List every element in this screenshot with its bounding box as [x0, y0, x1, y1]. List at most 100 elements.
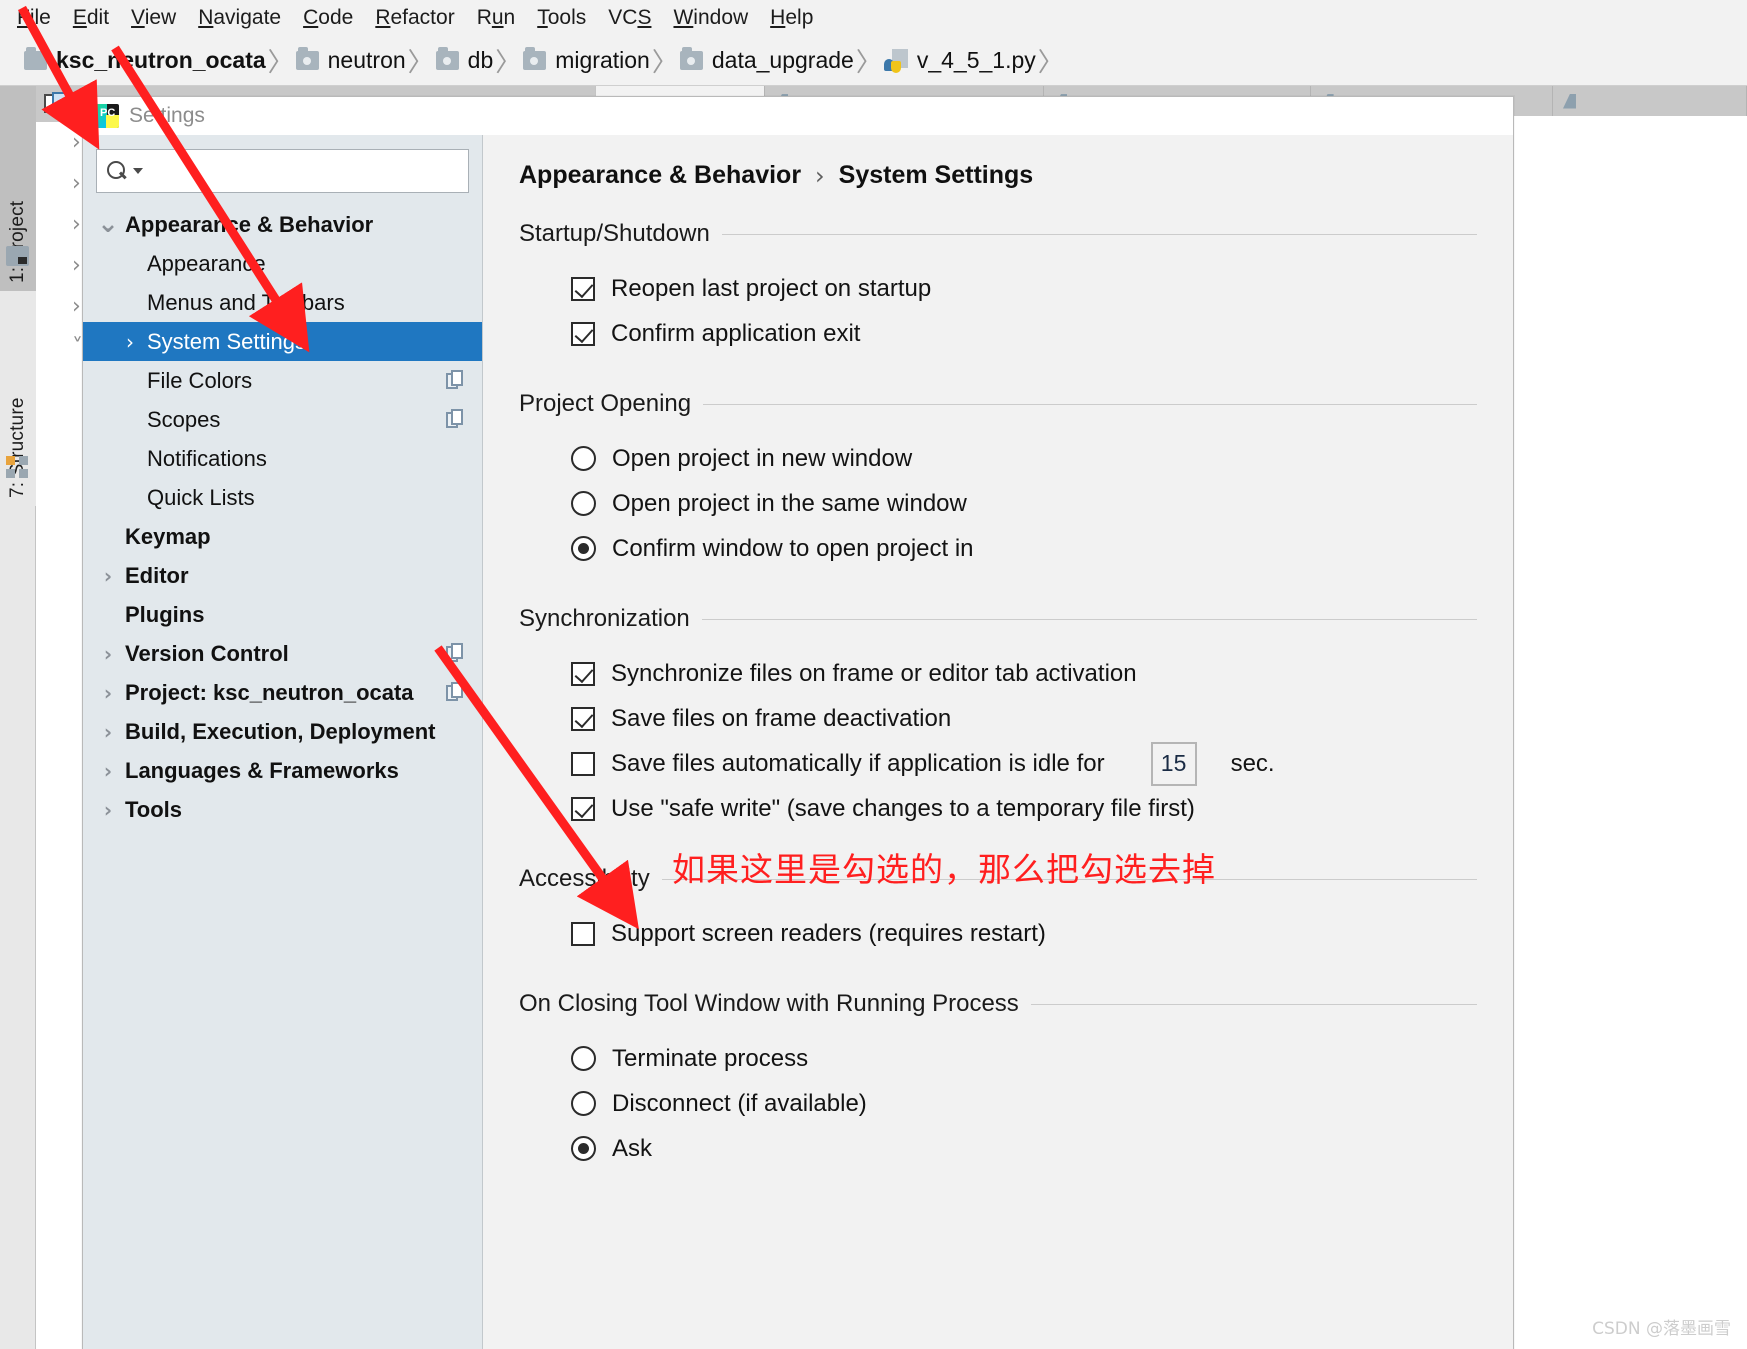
radio-unselected-icon[interactable]	[571, 491, 596, 516]
settings-tree-item-appearance[interactable]: ›Appearance	[83, 244, 482, 283]
settings-tree-item-version-control[interactable]: › Version Control	[83, 634, 482, 673]
checkbox-checked-icon[interactable]	[571, 321, 595, 346]
settings-category-tree[interactable]: ⌄Appearance & Behavior›Appearance›Menus …	[83, 203, 482, 829]
radio-unselected-icon[interactable]	[571, 1091, 596, 1116]
radio-ask[interactable]: Ask	[519, 1126, 1477, 1171]
menu-item-vcs[interactable]: VCS	[597, 4, 662, 32]
copy-settings-icon[interactable]	[446, 409, 466, 431]
menu-item-help[interactable]: Help	[759, 4, 824, 32]
python-file-icon	[883, 48, 908, 73]
checkbox-save-files-automatically-if-application-is[interactable]: Save files automatically if application …	[519, 741, 1477, 786]
radio-selected-icon[interactable]	[571, 536, 596, 561]
breadcrumb-item[interactable]: neutron	[295, 47, 406, 74]
checkbox-confirm-application-exit[interactable]: Confirm application exit	[519, 311, 1477, 356]
radio-unselected-icon[interactable]	[571, 446, 596, 471]
menu-item-edit[interactable]: Edit	[62, 4, 120, 32]
settings-tree-item-build-execution-deployment[interactable]: › Build, Execution, Deployment	[83, 712, 482, 751]
editor-tab[interactable]	[1552, 86, 1747, 116]
radio-terminate-process[interactable]: Terminate process	[519, 1036, 1477, 1081]
menu-item-refactor[interactable]: Refactor	[364, 4, 465, 32]
menu-item-code[interactable]: Code	[292, 4, 364, 32]
group-title: Accessibility	[519, 865, 650, 892]
breadcrumb-separator-icon: 〉	[267, 48, 294, 78]
menu-item-navigate[interactable]: Navigate	[187, 4, 292, 32]
chevron-right-icon[interactable]: ›	[97, 761, 119, 781]
radio-disconnect-if-available[interactable]: Disconnect (if available)	[519, 1081, 1477, 1126]
menu-item-file[interactable]: File	[6, 4, 62, 32]
menu-item-tools[interactable]: Tools	[526, 4, 597, 32]
menu-item-window[interactable]: Window	[662, 4, 759, 32]
checkbox-checked-icon[interactable]	[571, 796, 595, 821]
settings-tree-item-file-colors[interactable]: ›File Colors	[83, 361, 482, 400]
checkbox-support-screen-readers-requires-restart[interactable]: Support screen readers (requires restart…	[519, 911, 1477, 956]
chevron-right-icon[interactable]: ›	[97, 683, 119, 703]
chevron-right-icon[interactable]: ›	[97, 722, 119, 742]
chevron-right-icon[interactable]: ›	[72, 253, 81, 278]
group-title: On Closing Tool Window with Running Proc…	[519, 990, 1019, 1017]
radio-selected-icon[interactable]	[571, 1136, 596, 1161]
settings-tree-item-appearance-behavior[interactable]: ⌄ Appearance & Behavior	[83, 205, 482, 244]
breadcrumb-current: System Settings	[838, 161, 1034, 189]
structure-icon	[6, 456, 30, 478]
tool-window-label: 7: Structure	[7, 397, 28, 498]
menu-item-run[interactable]: Run	[466, 4, 527, 32]
radio-open-project-in-the-same-window[interactable]: Open project in the same window	[519, 481, 1477, 526]
settings-tree-item-plugins[interactable]: ›Plugins	[83, 595, 482, 634]
checkbox-save-files-on-frame-deactivation[interactable]: Save files on frame deactivation	[519, 696, 1477, 741]
chevron-right-icon[interactable]: ›	[119, 332, 141, 352]
breadcrumb-item[interactable]: ksc_neutron_ocata	[24, 47, 266, 74]
settings-tree-item-editor[interactable]: › Editor	[83, 556, 482, 595]
radio-unselected-icon[interactable]	[571, 1046, 596, 1071]
settings-tree-item-notifications[interactable]: ›Notifications	[83, 439, 482, 478]
checkbox-synchronize-files-on-frame-or-editor-tab-a[interactable]: Synchronize files on frame or editor tab…	[519, 651, 1477, 696]
chevron-right-icon[interactable]: ›	[72, 130, 81, 155]
breadcrumb-item-label: neutron	[327, 47, 406, 73]
search-input[interactable]	[148, 159, 468, 183]
settings-tree-item-menus-and-toolbars[interactable]: ›Menus and Toolbars	[83, 283, 482, 322]
breadcrumb-item[interactable]: data_upgrade	[679, 47, 854, 74]
option-label: Confirm application exit	[611, 319, 861, 347]
radio-open-project-in-new-window[interactable]: Open project in new window	[519, 436, 1477, 481]
chevron-right-icon[interactable]: ›	[97, 644, 119, 664]
settings-dialog: PC Settings ⌄Appearance & Behavior›Appea…	[82, 96, 1514, 1349]
settings-tree-item-system-settings[interactable]: › System Settings	[83, 322, 482, 361]
option-label: Confirm window to open project in	[612, 534, 974, 562]
settings-tree-item-keymap[interactable]: ›Keymap	[83, 517, 482, 556]
copy-settings-icon[interactable]	[446, 370, 466, 392]
settings-search-box[interactable]	[96, 149, 469, 193]
chevron-down-icon[interactable]: ⌄	[97, 211, 119, 237]
settings-tree-item-tools[interactable]: › Tools	[83, 790, 482, 829]
settings-tree-item-quick-lists[interactable]: ›Quick Lists	[83, 478, 482, 517]
chevron-right-icon[interactable]: ›	[72, 171, 81, 196]
copy-settings-icon[interactable]	[446, 682, 466, 704]
copy-settings-icon[interactable]	[446, 643, 466, 665]
checkbox-unchecked-icon[interactable]	[571, 751, 595, 776]
search-icon	[107, 161, 127, 181]
ide-menu-bar: File Edit View Navigate Code Refactor Run Tools…	[0, 0, 1747, 36]
chevron-down-icon[interactable]	[133, 168, 143, 174]
settings-tree-item-label: Quick Lists	[147, 484, 255, 510]
checkbox-checked-icon[interactable]	[571, 706, 595, 731]
checkbox-checked-icon[interactable]	[571, 276, 595, 301]
settings-tree-item-languages-frameworks[interactable]: › Languages & Frameworks	[83, 751, 482, 790]
checkbox-reopen-last-project-on-startup[interactable]: Reopen last project on startup	[519, 266, 1477, 311]
option-label: Terminate process	[612, 1044, 809, 1072]
chevron-right-icon[interactable]: ›	[97, 566, 119, 586]
radio-confirm-window-to-open-project-in[interactable]: Confirm window to open project in	[519, 526, 1477, 571]
idle-seconds-input[interactable]: 15	[1150, 741, 1197, 786]
checkbox-unchecked-icon[interactable]	[571, 921, 595, 946]
breadcrumb-item[interactable]: db	[435, 47, 493, 74]
menu-item-view[interactable]: View	[120, 4, 187, 32]
chevron-right-icon[interactable]: ›	[72, 294, 81, 319]
pycharm-icon: PC	[95, 104, 119, 128]
checkbox-checked-icon[interactable]	[571, 661, 595, 686]
breadcrumb-separator-icon: ›	[815, 161, 825, 190]
checkbox-use-safe-write-save-changes-to-a-temporary[interactable]: Use "safe write" (save changes to a temp…	[519, 786, 1477, 831]
folder-icon	[679, 47, 703, 70]
breadcrumb-item[interactable]: migration	[523, 47, 650, 74]
settings-tree-item-project-ksc-neutron-ocata[interactable]: › Project: ksc_neutron_ocata	[83, 673, 482, 712]
chevron-right-icon[interactable]: ›	[72, 212, 81, 237]
settings-tree-item-scopes[interactable]: ›Scopes	[83, 400, 482, 439]
chevron-right-icon[interactable]: ›	[97, 800, 119, 820]
breadcrumb-item[interactable]: v_4_5_1.py	[883, 47, 1036, 74]
